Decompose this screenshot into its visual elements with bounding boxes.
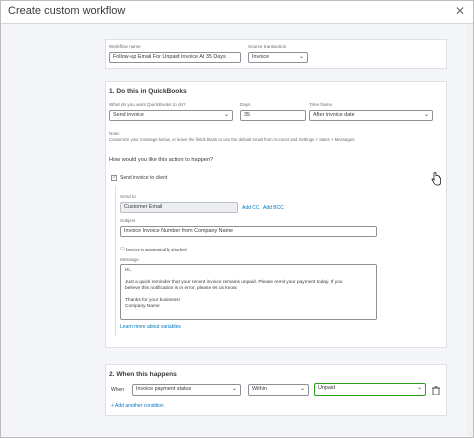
note-label: Note: xyxy=(109,131,120,136)
source-transaction-value: Invoice xyxy=(252,54,270,60)
workflow-dialog: Create custom workflow ✕ Workflow name F… xyxy=(0,0,474,438)
action-label: What do you want QuickBooks to do? xyxy=(109,102,186,107)
attachment-icon: ▭ xyxy=(120,246,125,252)
action-select[interactable]: Send invoice ⌄ xyxy=(109,110,233,121)
workflow-header-panel: Workflow name Follow-up Email For Unpaid… xyxy=(105,39,447,69)
dialog-title: Create custom workflow xyxy=(8,5,126,17)
message-line: Company Name xyxy=(125,304,160,309)
indent-line xyxy=(115,186,116,336)
attached-text: Invoice is automatically attached xyxy=(126,247,187,252)
do-this-panel: 1. Do this in QuickBooks What do you wan… xyxy=(105,81,447,348)
condition-status-value: Unpaid xyxy=(318,385,336,391)
scrollbar[interactable] xyxy=(467,24,473,436)
chevron-down-icon: ⌄ xyxy=(299,386,305,392)
chevron-down-icon: ⌄ xyxy=(223,112,229,118)
note-text: Customize your message below, or leave t… xyxy=(109,137,356,142)
chevron-down-icon: ⌄ xyxy=(416,385,422,391)
close-icon[interactable]: ✕ xyxy=(455,4,465,18)
trash-icon[interactable] xyxy=(432,386,440,395)
timeframe-value: After invoice date xyxy=(313,112,355,118)
timeframe-select[interactable]: After invoice date ⌄ xyxy=(309,110,433,121)
condition-operator-value: Within xyxy=(252,386,267,392)
chevron-down-icon: ⌄ xyxy=(298,54,304,60)
workflow-name-value: Follow-up Email For Unpaid Invoice At 35… xyxy=(113,54,226,60)
workflow-name-input[interactable]: Follow-up Email For Unpaid Invoice At 35… xyxy=(109,52,241,63)
when-panel: 2. When this happens When Invoice paymen… xyxy=(105,364,447,416)
condition-operator-select[interactable]: Within ⌄ xyxy=(248,384,309,396)
send-to-client-checkbox[interactable]: ✓ xyxy=(111,175,117,181)
action-value: Send invoice xyxy=(113,112,144,118)
add-condition-link[interactable]: + Add another condition xyxy=(111,403,164,409)
section-2-title: 2. When this happens xyxy=(109,371,177,378)
days-input[interactable]: 35 xyxy=(240,110,306,121)
add-bcc-link[interactable]: Add BCC xyxy=(263,205,284,211)
chevron-down-icon: ⌄ xyxy=(423,112,429,118)
send-to-value: Customer Email xyxy=(124,204,163,210)
send-to-input[interactable]: Customer Email xyxy=(120,202,238,213)
timeframe-label: Time frame xyxy=(309,102,333,107)
message-textarea[interactable]: Hi, Just a quick reminder that your rece… xyxy=(120,264,377,320)
add-cc-link[interactable]: Add CC xyxy=(242,205,260,211)
learn-more-link[interactable]: Learn more about variables xyxy=(120,324,181,330)
source-transaction-label: Source transaction xyxy=(248,44,287,49)
condition-field-select[interactable]: Invoice payment status ⌄ xyxy=(132,384,241,396)
subject-value: Invoice Invoice Number from Company Name xyxy=(124,228,234,234)
subject-label: Subject xyxy=(120,218,136,223)
days-label: Days xyxy=(240,102,251,107)
workflow-name-label: Workflow name xyxy=(109,44,141,49)
condition-status-select[interactable]: Unpaid ⌄ xyxy=(314,383,426,396)
chevron-down-icon: ⌄ xyxy=(231,386,237,392)
send-to-client-label: Send invoice to client xyxy=(120,175,168,181)
source-transaction-select[interactable]: Invoice ⌄ xyxy=(248,52,308,63)
hand-cursor-icon xyxy=(431,172,441,186)
subject-input[interactable]: Invoice Invoice Number from Company Name xyxy=(120,226,377,237)
message-label: Message xyxy=(120,257,139,262)
dialog-header: Create custom workflow ✕ xyxy=(1,1,473,24)
days-value: 35 xyxy=(244,112,250,118)
section-1-title: 1. Do this in QuickBooks xyxy=(109,88,187,95)
how-question: How would you like this action to happen… xyxy=(109,157,214,163)
when-label: When xyxy=(111,387,125,393)
condition-field-value: Invoice payment status xyxy=(136,386,192,392)
send-to-label: Send to xyxy=(120,194,136,199)
